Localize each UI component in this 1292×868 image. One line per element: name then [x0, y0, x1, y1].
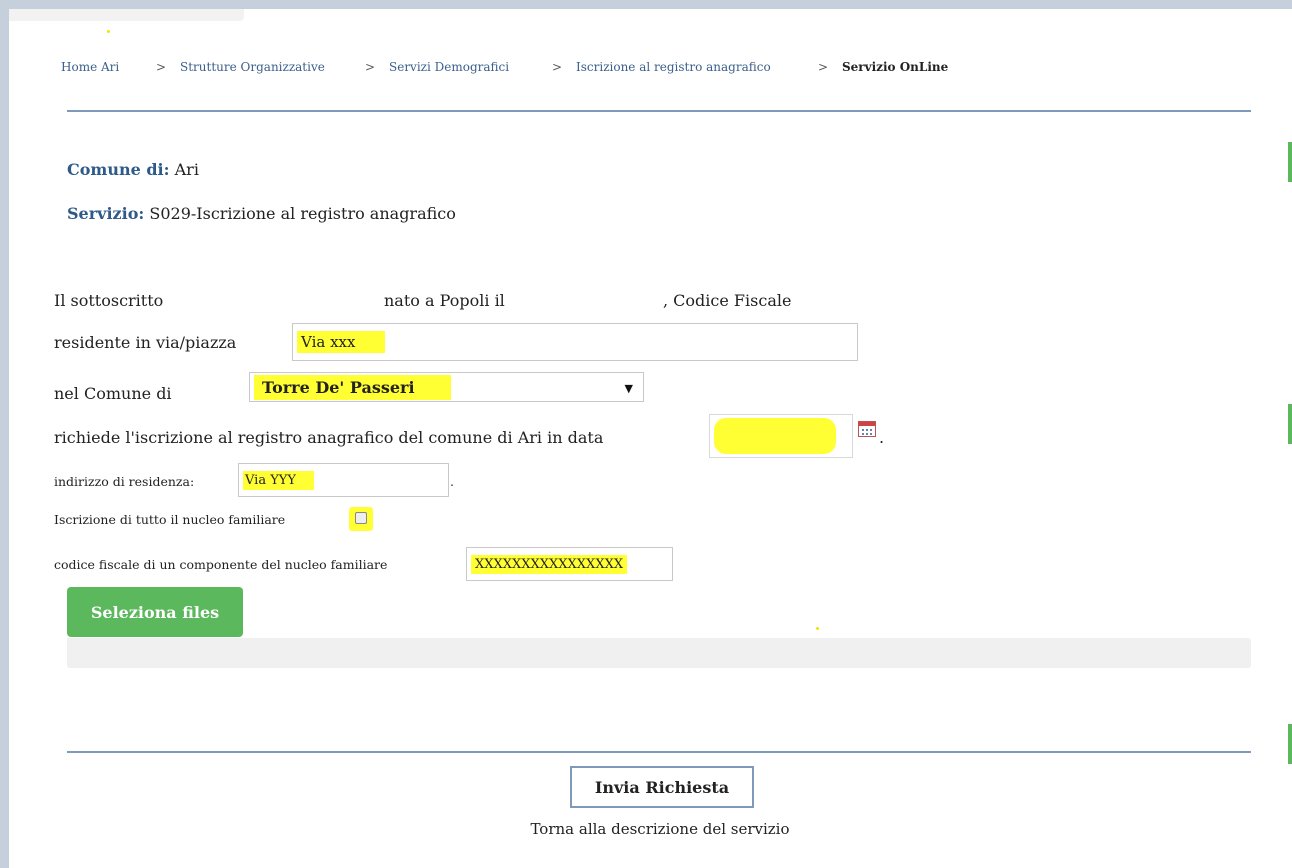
select-files-button[interactable]: Seleziona files — [67, 587, 243, 637]
comune-value: Ari — [174, 160, 199, 179]
right-edge-mark — [1288, 142, 1292, 182]
submit-button[interactable]: Invia Richiesta — [570, 766, 754, 808]
codice-value: XXXXXXXXXXXXXXXX — [471, 554, 628, 574]
richiede-suffix: . — [879, 428, 885, 447]
divider — [67, 110, 1251, 112]
intro-text: nato a Popoli il — [384, 291, 505, 310]
codice-label: codice fiscale di un componente del nucl… — [54, 557, 388, 572]
servizio-value: S029-Iscrizione al registro anagrafico — [149, 204, 456, 223]
intro-part3: , Codice Fiscale — [663, 291, 792, 310]
indirizzo-suffix: . — [450, 474, 454, 489]
back-to-description-link[interactable]: Torna alla descrizione del servizio — [0, 820, 1292, 838]
date-input[interactable] — [709, 414, 853, 458]
indirizzo-label: indirizzo di residenza: — [54, 474, 195, 489]
right-edge-mark — [1288, 724, 1292, 764]
breadcrumb-home[interactable]: Home Ari — [61, 60, 119, 74]
indirizzo-input[interactable]: Via YYY — [238, 463, 449, 497]
top-tab — [9, 9, 244, 21]
codice-input[interactable]: XXXXXXXXXXXXXXXX — [466, 547, 673, 581]
intro-part1: Il sottoscritto — [54, 291, 164, 310]
nucleo-checkbox[interactable] — [355, 512, 367, 524]
divider — [67, 751, 1251, 753]
intro-text: Il sottoscritto — [54, 291, 163, 310]
right-edge-mark — [1288, 404, 1292, 444]
yellow-dot — [107, 30, 110, 33]
calendar-icon[interactable] — [858, 421, 876, 437]
chevron-down-icon: ▼ — [624, 382, 633, 395]
breadcrumb-separator: > — [818, 60, 829, 74]
comune-selected-value: Torre De' Passeri — [254, 374, 451, 400]
indirizzo-value: Via YYY — [243, 470, 314, 490]
servizio-label: Servizio: — [67, 204, 145, 223]
comune-select[interactable]: Torre De' Passeri ▼ — [249, 372, 644, 402]
breadcrumb-iscrizione[interactable]: Iscrizione al registro anagrafico — [576, 60, 771, 74]
breadcrumb-separator: > — [365, 60, 376, 74]
comune-line: Comune di: Ari — [67, 160, 199, 179]
yellow-dot — [816, 627, 819, 630]
nucleo-label: Iscrizione di tutto il nucleo familiare — [54, 512, 286, 527]
intro-text: , Codice Fiscale — [663, 291, 791, 310]
breadcrumb-servizi-demografici[interactable]: Servizi Demografici — [389, 60, 509, 74]
breadcrumb-current: Servizio OnLine — [842, 60, 949, 74]
residente-input[interactable]: Via xxx — [292, 323, 858, 361]
comune-select-label: nel Comune di — [54, 384, 172, 403]
comune-label: Comune di: — [67, 160, 170, 179]
breadcrumb-strutture[interactable]: Strutture Organizzative — [180, 60, 325, 74]
breadcrumb-separator: > — [552, 60, 563, 74]
residente-value: Via xxx — [297, 331, 386, 353]
breadcrumb-separator: > — [156, 60, 167, 74]
servizio-line: Servizio: S029-Iscrizione al registro an… — [67, 204, 456, 223]
residente-label: residente in via/piazza — [54, 333, 237, 352]
date-redaction — [714, 418, 836, 454]
intro-part2: nato a Popoli il — [384, 291, 505, 310]
richiede-label: richiede l'iscrizione al registro anagra… — [54, 428, 604, 447]
upload-progress-bar — [67, 638, 1251, 668]
